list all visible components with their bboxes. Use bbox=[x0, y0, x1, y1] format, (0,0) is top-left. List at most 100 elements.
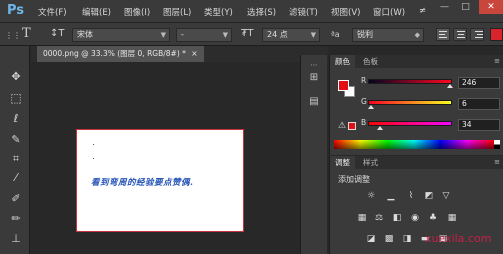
add-adjustment-title: 添加调整 bbox=[338, 175, 370, 184]
align-left-button[interactable] bbox=[436, 28, 450, 41]
channel-b-label: B bbox=[361, 118, 367, 127]
chevron-down-icon: ◆ bbox=[414, 31, 420, 39]
text-color-swatch[interactable] bbox=[490, 28, 503, 41]
font-style-value: - bbox=[181, 30, 184, 39]
eyedropper-icon[interactable]: ⁄ bbox=[9, 171, 23, 185]
minimize-button[interactable]: — bbox=[435, 0, 454, 14]
channel-r-slider[interactable] bbox=[368, 79, 454, 88]
channel-b-input[interactable]: 34 bbox=[458, 119, 500, 131]
align-right-button[interactable] bbox=[470, 28, 484, 41]
exposure-icon[interactable]: ◩ bbox=[423, 190, 435, 202]
lasso-icon[interactable]: ℓ bbox=[9, 112, 23, 126]
document-tab-bar: 0000.png @ 33.3% (图层 0, RGB/8#) * × bbox=[31, 46, 328, 62]
channel-b-slider[interactable] bbox=[368, 121, 452, 130]
levels-icon[interactable]: ▁ bbox=[385, 190, 397, 202]
font-family-value: 宋体 bbox=[77, 30, 93, 39]
hue-saturation-icon[interactable]: ▦ bbox=[356, 212, 368, 224]
menu-layer[interactable]: 图层(L) bbox=[163, 6, 191, 18]
menu-filter[interactable]: 滤镜(T) bbox=[289, 6, 318, 18]
gamut-warning-icon[interactable]: ⚠ bbox=[338, 121, 346, 131]
black-white-icon[interactable]: ◧ bbox=[391, 212, 403, 224]
restore-button[interactable]: □ bbox=[456, 0, 475, 14]
chevron-down-icon: ▼ bbox=[160, 31, 166, 39]
tools-panel: ✥ ⬚ ℓ ✎ ⌗ ⁄ ✐ ✏ ⊥ bbox=[0, 46, 30, 254]
chevron-down-icon: ▼ bbox=[222, 31, 228, 39]
menu-window[interactable]: 窗口(W) bbox=[373, 6, 405, 18]
chevron-down-icon: ▼ bbox=[310, 31, 316, 39]
channel-r-label: R bbox=[361, 76, 367, 85]
menu-overflow[interactable]: ≠ bbox=[419, 6, 426, 16]
font-size-value: 24 点 bbox=[267, 30, 288, 39]
color-panel-tabs: 颜色 色板 ≡ bbox=[330, 55, 503, 68]
menu-file[interactable]: 文件(F) bbox=[38, 6, 67, 18]
invert-icon[interactable]: ◪ bbox=[365, 233, 377, 245]
document-tab[interactable]: 0000.png @ 33.3% (图层 0, RGB/8#) * × bbox=[37, 46, 204, 62]
tab-color[interactable]: 颜色 bbox=[330, 55, 355, 68]
move-icon[interactable]: ✥ bbox=[9, 70, 23, 84]
font-size-icon: ₮T bbox=[241, 28, 254, 39]
anti-alias-icon: ªa bbox=[331, 30, 340, 39]
tab-adjustments[interactable]: 调整 bbox=[330, 156, 355, 169]
posterize-icon[interactable]: ▩ bbox=[383, 233, 395, 245]
gamut-color-swatch[interactable] bbox=[348, 122, 356, 130]
channel-g-input[interactable]: 6 bbox=[458, 98, 500, 110]
crop-icon[interactable]: ⌗ bbox=[9, 152, 23, 166]
menu-select[interactable]: 选择(S) bbox=[247, 6, 276, 18]
menu-bar: Ps 文件(F) 编辑(E) 图像(I) 图层(L) 类型(Y) 选择(S) 滤… bbox=[0, 0, 503, 23]
channel-r-input[interactable]: 246 bbox=[458, 77, 500, 89]
font-family-select[interactable]: 宋体 ▼ bbox=[72, 28, 170, 42]
site-watermark: xuexila.com bbox=[425, 232, 492, 245]
document-canvas[interactable]: 看到弯周的经验要点赞偶. bbox=[76, 129, 244, 232]
panel-menu-icon[interactable]: ≡ bbox=[494, 156, 500, 169]
menu-view[interactable]: 视图(V) bbox=[331, 6, 360, 18]
marquee-icon[interactable]: ⬚ bbox=[9, 91, 23, 105]
curves-icon[interactable]: ⌇ bbox=[405, 190, 417, 202]
close-button[interactable]: ✕ bbox=[479, 0, 503, 14]
text-orientation-icon[interactable]: ↕T bbox=[50, 28, 65, 39]
anti-alias-value: 锐利 bbox=[357, 30, 373, 39]
grip-icon: ⋮⋮ bbox=[5, 31, 21, 40]
photo-filter-icon[interactable]: ◉ bbox=[409, 212, 421, 224]
canvas-text-layer[interactable]: 看到弯周的经验要点赞偶. bbox=[91, 176, 193, 188]
menu-edit[interactable]: 编辑(E) bbox=[82, 6, 111, 18]
brush-icon[interactable]: ✏ bbox=[9, 212, 23, 226]
vibrance-icon[interactable]: ▽ bbox=[440, 190, 452, 202]
channel-r-thumb[interactable] bbox=[447, 84, 454, 88]
font-size-select[interactable]: 24 点 ▼ bbox=[262, 28, 320, 42]
collapsed-panels-strip: ⋯ ⊞ ▤ bbox=[300, 55, 327, 254]
foreground-color-swatch[interactable] bbox=[338, 80, 349, 91]
quick-select-icon[interactable]: ✎ bbox=[9, 133, 23, 147]
channel-g-slider[interactable] bbox=[368, 100, 452, 109]
panel-menu-icon[interactable]: ≡ bbox=[494, 55, 500, 68]
font-style-select[interactable]: - ▼ bbox=[176, 28, 232, 42]
color-panel: 颜色 色板 ≡ ⚠ R 246 G 6 B 34 bbox=[329, 55, 503, 155]
healing-brush-icon[interactable]: ✐ bbox=[9, 192, 23, 206]
threshold-icon[interactable]: ◨ bbox=[401, 233, 413, 245]
align-center-button[interactable] bbox=[453, 28, 467, 41]
document-tab-label: 0000.png @ 33.3% (图层 0, RGB/8#) * bbox=[43, 49, 186, 58]
close-tab-icon[interactable]: × bbox=[191, 49, 197, 58]
channel-g-label: G bbox=[361, 97, 367, 106]
tab-swatches[interactable]: 色板 bbox=[358, 55, 383, 68]
color-balance-icon[interactable]: ⚖ bbox=[373, 212, 385, 224]
canvas-dot bbox=[93, 158, 94, 159]
menu-type[interactable]: 类型(Y) bbox=[204, 6, 233, 18]
anti-alias-select[interactable]: 锐利 ◆ bbox=[352, 28, 424, 42]
options-bar: ⋮⋮ T ↕T 宋体 ▼ - ▼ ₮T 24 点 ▼ ªa 锐利 ◆ bbox=[0, 23, 503, 46]
brightness-icon[interactable]: ☼ bbox=[365, 190, 377, 202]
channel-g-thumb[interactable] bbox=[368, 105, 375, 109]
type-tool-icon[interactable]: T bbox=[22, 26, 31, 41]
canvas-dot bbox=[93, 144, 94, 145]
color-lookup-icon[interactable]: ▦ bbox=[446, 212, 458, 224]
channel-b-thumb[interactable] bbox=[377, 126, 384, 130]
photoshop-logo: Ps bbox=[7, 3, 25, 18]
properties-icon[interactable]: ▤ bbox=[307, 95, 321, 108]
menu-image[interactable]: 图像(I) bbox=[124, 6, 150, 18]
channel-mixer-icon[interactable]: ♣ bbox=[427, 212, 439, 224]
stamp-icon[interactable]: ⊥ bbox=[9, 232, 23, 246]
history-icon[interactable]: ⊞ bbox=[307, 71, 321, 84]
adjustments-panel-tabs: 调整 样式 ≡ bbox=[330, 156, 503, 169]
color-spectrum-ramp[interactable] bbox=[334, 140, 494, 149]
tab-styles[interactable]: 样式 bbox=[358, 156, 383, 169]
black-white-ramp[interactable] bbox=[494, 140, 500, 149]
